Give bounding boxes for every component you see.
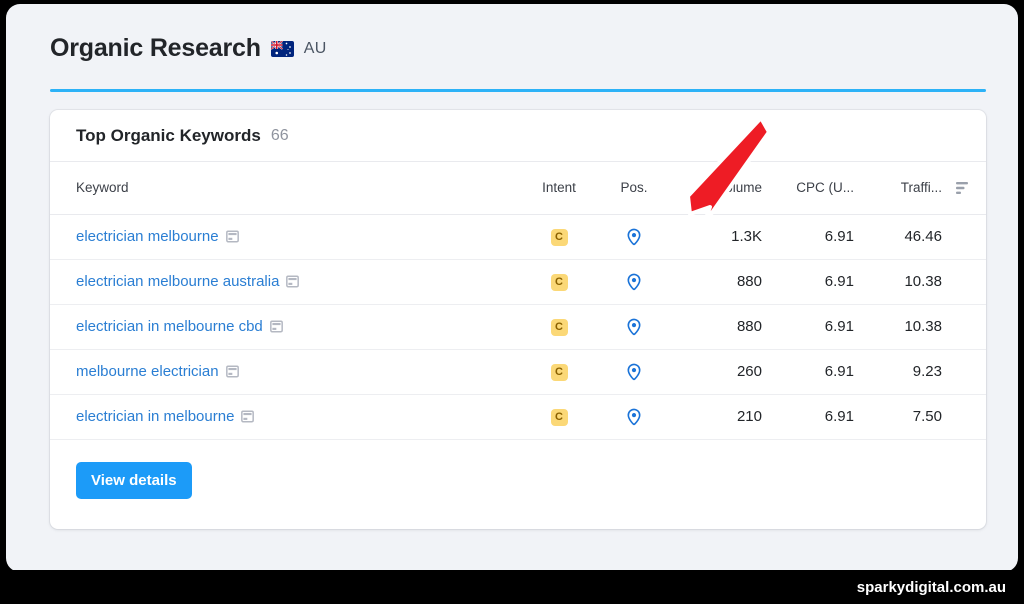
keywords-table: Keyword Intent Pos. Volume CPC (U... Tra… <box>50 162 986 440</box>
intent-badge[interactable]: C <box>550 274 568 291</box>
intent-badge[interactable]: C <box>550 364 568 381</box>
column-header-keyword[interactable]: Keyword <box>50 162 520 215</box>
cell-intent: C <box>520 394 598 440</box>
cell-keyword: electrician melbourne australia <box>50 259 520 305</box>
cell-keyword: melbourne electrician <box>50 349 520 395</box>
page-title: Organic Research <box>50 34 261 62</box>
cell-keyword: electrician in melbourne cbd <box>50 304 520 350</box>
sort-descending-icon[interactable] <box>954 181 970 195</box>
cell-traffic: 46.46 <box>854 214 942 260</box>
intent-badge[interactable]: C <box>550 409 568 426</box>
column-header-sort[interactable] <box>942 162 986 215</box>
cell-intent: C <box>520 304 598 350</box>
serp-features-icon[interactable] <box>286 275 300 288</box>
cell-traffic: 10.38 <box>854 259 942 305</box>
card-footer: View details <box>50 440 986 499</box>
cell-intent: C <box>520 349 598 395</box>
map-pin-icon[interactable] <box>625 273 643 291</box>
table-body: electrician melbourne C 1.3K 6.91 46.46 elect… <box>50 214 986 440</box>
cell-traffic: 9.23 <box>854 349 942 395</box>
map-pin-icon[interactable] <box>625 318 643 336</box>
cell-intent: C <box>520 214 598 260</box>
cell-pos <box>598 394 670 440</box>
cell-cpc: 6.91 <box>762 259 854 305</box>
map-pin-icon[interactable] <box>625 408 643 426</box>
cell-pos <box>598 214 670 260</box>
table-row: electrician in melbourne C 210 6.91 7.50 <box>50 394 986 440</box>
cell-cpc: 6.91 <box>762 214 854 260</box>
column-header-volume[interactable]: Volume <box>670 162 762 215</box>
serp-features-icon[interactable] <box>225 365 239 378</box>
au-flag-icon <box>270 40 294 57</box>
watermark-bar: sparkydigital.com.au <box>0 570 1024 604</box>
app-panel: Organic Research AU Top Organic Keywords… <box>6 4 1018 572</box>
table-row: electrician in melbourne cbd C 880 6.91 10.3… <box>50 304 986 350</box>
cell-cpc: 6.91 <box>762 304 854 350</box>
cell-spacer <box>942 214 986 260</box>
column-header-cpc[interactable]: CPC (U... <box>762 162 854 215</box>
cell-traffic: 10.38 <box>854 304 942 350</box>
card-keyword-count: 66 <box>270 126 289 144</box>
watermark-text: sparkydigital.com.au <box>856 578 1006 596</box>
serp-features-icon[interactable] <box>269 320 283 333</box>
cell-volume: 210 <box>670 394 762 440</box>
cell-cpc: 6.91 <box>762 349 854 395</box>
table-row: electrician melbourne C 1.3K 6.91 46.46 <box>50 214 986 260</box>
cell-spacer <box>942 394 986 440</box>
cell-spacer <box>942 304 986 350</box>
column-header-pos[interactable]: Pos. <box>598 162 670 215</box>
cell-pos <box>598 259 670 305</box>
cell-volume: 260 <box>670 349 762 395</box>
cell-volume: 1.3K <box>670 214 762 260</box>
table-head: Keyword Intent Pos. Volume CPC (U... Tra… <box>50 162 986 215</box>
cell-pos <box>598 304 670 350</box>
keyword-link[interactable]: electrician melbourne australia <box>76 273 279 290</box>
keyword-link[interactable]: electrician in melbourne cbd <box>76 318 263 335</box>
top-organic-keywords-card: Top Organic Keywords 66 Keyword Intent P… <box>50 110 986 529</box>
table-header-row: Keyword Intent Pos. Volume CPC (U... Tra… <box>50 162 986 215</box>
cell-volume: 880 <box>670 304 762 350</box>
cell-volume: 880 <box>670 259 762 305</box>
column-header-intent[interactable]: Intent <box>520 162 598 215</box>
intent-badge[interactable]: C <box>550 319 568 336</box>
cell-keyword: electrician melbourne <box>50 214 520 260</box>
country-code: AU <box>303 39 327 57</box>
column-header-traffic[interactable]: Traffi... <box>854 162 942 215</box>
cell-pos <box>598 349 670 395</box>
cell-keyword: electrician in melbourne <box>50 394 520 440</box>
cell-spacer <box>942 259 986 305</box>
intent-badge[interactable]: C <box>550 229 568 246</box>
table-row: electrician melbourne australia C 880 6.91 1… <box>50 259 986 305</box>
cell-traffic: 7.50 <box>854 394 942 440</box>
cell-cpc: 6.91 <box>762 394 854 440</box>
view-details-button[interactable]: View details <box>76 461 192 499</box>
serp-features-icon[interactable] <box>225 230 239 243</box>
card-header: Top Organic Keywords 66 <box>50 110 986 162</box>
keyword-link[interactable]: electrician melbourne <box>76 228 219 245</box>
title-underline <box>50 89 986 92</box>
keyword-link[interactable]: melbourne electrician <box>76 363 219 380</box>
screenshot-root: Organic Research AU Top Organic Keywords… <box>0 0 1024 604</box>
keyword-link[interactable]: electrician in melbourne <box>76 408 234 425</box>
cell-spacer <box>942 349 986 395</box>
card-title: Top Organic Keywords <box>76 125 261 145</box>
map-pin-icon[interactable] <box>625 228 643 246</box>
table-row: melbourne electrician C 260 6.91 9.23 <box>50 349 986 395</box>
page-header: Organic Research AU <box>50 34 327 63</box>
cell-intent: C <box>520 259 598 305</box>
serp-features-icon[interactable] <box>241 410 255 423</box>
map-pin-icon[interactable] <box>625 363 643 381</box>
